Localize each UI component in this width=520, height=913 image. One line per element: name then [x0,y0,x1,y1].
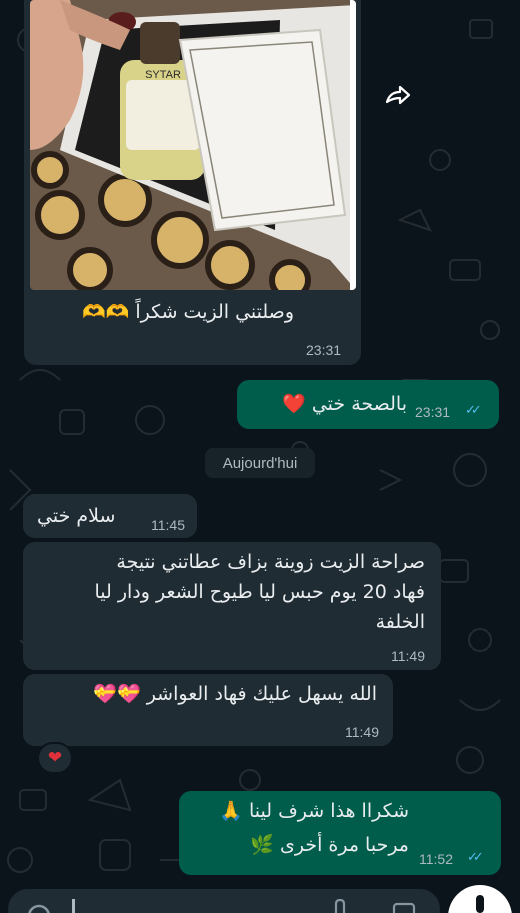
incoming-message-2-line-3: الخلفة [375,611,425,633]
date-chip: Aujourd'hui [205,448,315,478]
product-brand: SYTAR [145,69,181,81]
incoming-message-1-time: 11:45 [151,517,185,533]
outgoing-message-2[interactable]: شكراا هذا شرف لينا 🙏 مرحبا مرة أخرى 🌿 11… [179,791,501,875]
in3-text: الله يسهل عليك فهاد العواشر [146,683,377,705]
red-heart-emoji: ❤️ [282,393,306,415]
incoming-message-3[interactable]: الله يسهل عليك فهاد العواشر 💝💝 11:49 [23,674,393,746]
hand-heart-emoji: 🫶🫶 [81,301,130,323]
incoming-message-1-text: سلام ختي [37,505,116,527]
heart-ribbon-emoji: 💝💝 [93,683,141,705]
product-photo[interactable]: SYTAR [30,0,356,290]
herb-emoji: 🌿 [250,834,274,856]
incoming-message-2-line-1: صراحة الزيت زوينة بزاف عطاتني نتيجة [116,551,425,573]
forward-icon[interactable] [382,82,412,112]
mic-icon [476,895,484,913]
camera-icon[interactable] [392,901,416,913]
emoji-icon[interactable] [26,903,52,913]
out2-line2: مرحبا مرة أخرى [279,834,409,856]
incoming-message-1[interactable]: سلام ختي 11:45 [23,494,197,538]
double-check-icon: ✓✓ [467,850,484,865]
heart-reaction-icon[interactable]: ❤ [37,742,73,774]
incoming-message-2[interactable]: صراحة الزيت زوينة بزاف عطاتني نتيجة فهاد… [23,542,441,670]
photo-caption: وصلتني الزيت شكراً 🫶🫶 [34,298,294,327]
double-check-icon: ✓✓ [465,403,482,418]
out1-text: بالصحة ختي [311,393,407,415]
message-input-bar[interactable] [0,885,520,913]
outgoing-message-2-time: 11:52 [419,851,453,867]
outgoing-message-1[interactable]: بالصحة ختي ❤️ 23:31 ✓✓ [237,380,499,429]
incoming-message-2-line-2: فهاد 20 يوم حبس ليا طيوح الشعر ودار ليا [94,581,426,603]
incoming-message-2-time: 11:49 [391,648,425,664]
photo-caption-text: وصلتني الزيت شكراً [135,301,294,323]
pray-emoji: 🙏 [219,800,243,822]
photo-time: 23:31 [306,342,342,358]
product-photo-image: SYTAR [30,0,356,290]
incoming-message-3-time: 11:49 [345,724,379,740]
attach-icon[interactable] [332,899,348,913]
incoming-message-3-text: الله يسهل عليك فهاد العواشر 💝💝 [27,680,377,709]
out2-line1: شكراا هذا شرف لينا [249,800,409,822]
outgoing-message-2-line-1: شكراا هذا شرف لينا 🙏 [189,797,409,826]
outgoing-message-1-text: بالصحة ختي ❤️ [247,390,407,419]
cursor-icon [72,899,75,913]
outgoing-message-2-line-2: مرحبا مرة أخرى 🌿 [189,831,409,860]
mic-button[interactable] [448,885,512,913]
outgoing-message-1-time: 23:31 [415,404,451,420]
